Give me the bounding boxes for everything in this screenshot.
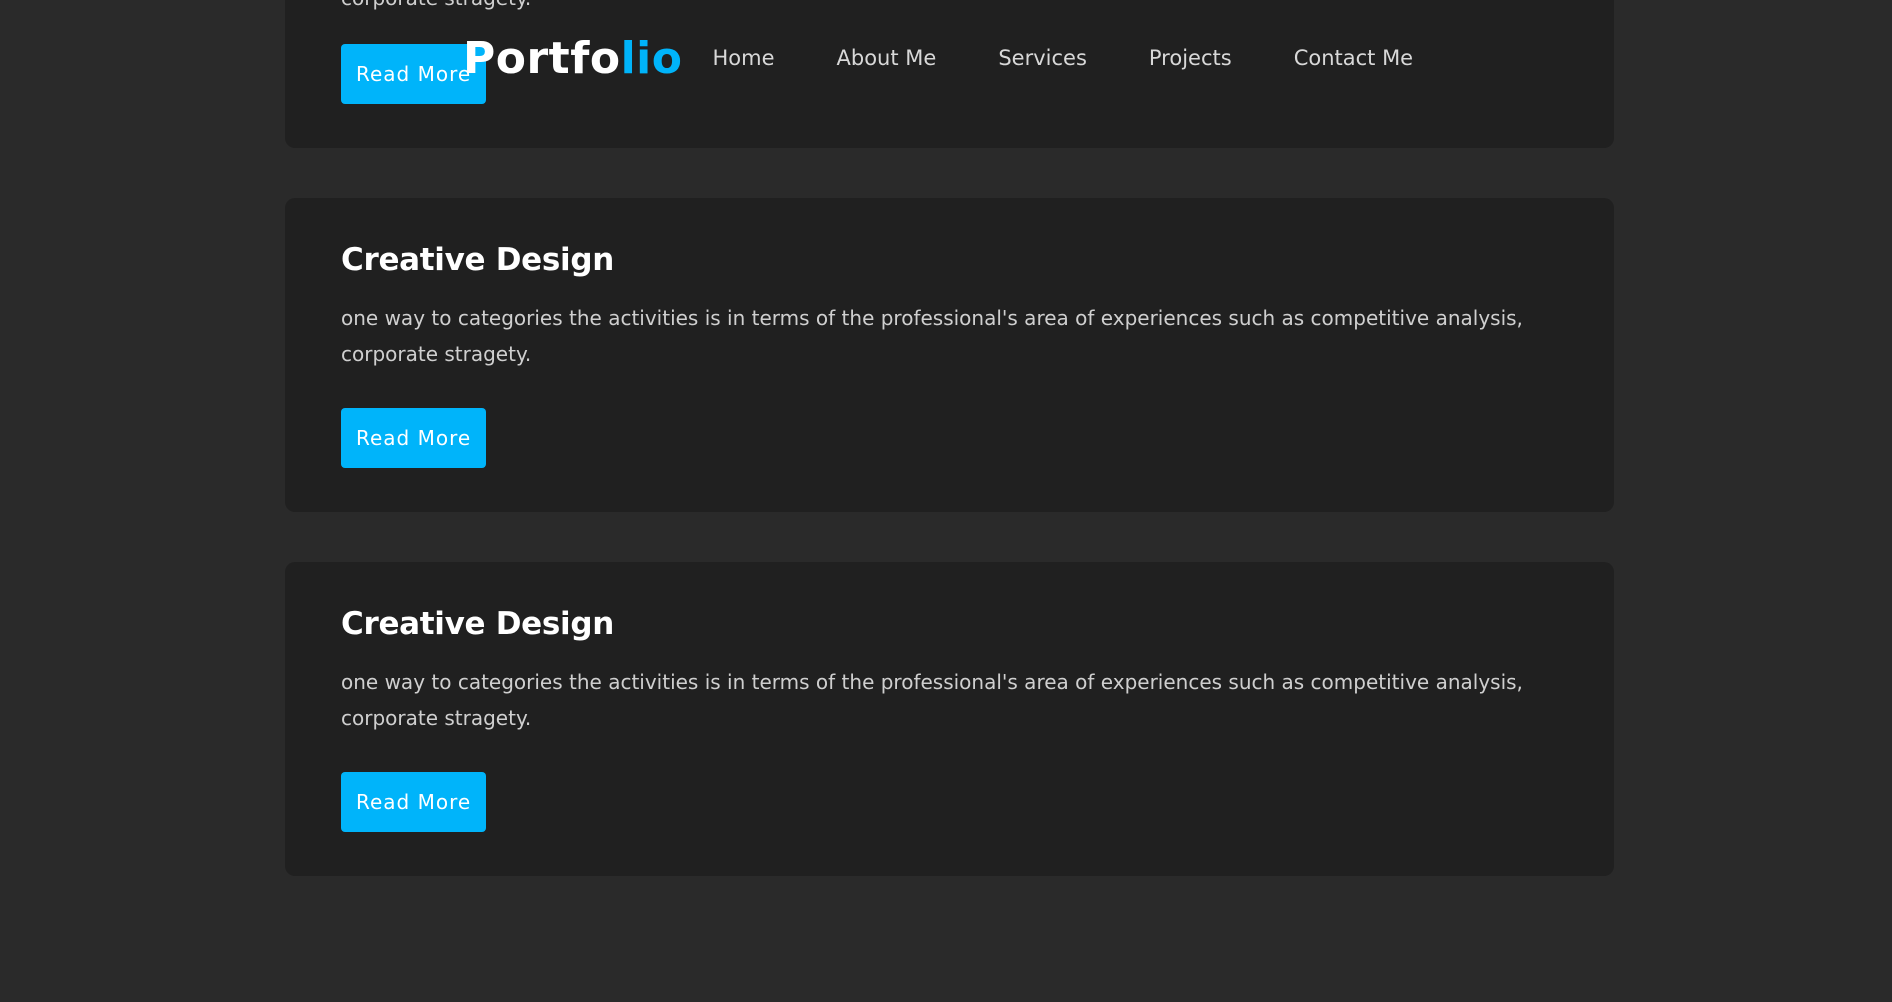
- service-card: Creative Design one way to categories th…: [285, 562, 1614, 876]
- nav-item-contact-me[interactable]: Contact Me: [1294, 46, 1413, 70]
- service-card-text: corporate stragety.: [341, 0, 1541, 16]
- service-card-text: one way to categories the activities is …: [341, 306, 1523, 366]
- service-card-title: Creative Design: [341, 242, 615, 278]
- nav-item-services[interactable]: Services: [998, 46, 1087, 70]
- read-more-button[interactable]: Read More: [341, 772, 487, 832]
- service-card: Creative Design one way to categories th…: [285, 198, 1614, 512]
- page: corporate stragety. Read More Creative D…: [0, 0, 1892, 1002]
- read-more-button[interactable]: Read More: [341, 408, 487, 468]
- service-card-text: one way to categories the activities is …: [341, 670, 1523, 730]
- navbar: Portfolio Home About Me Services Project…: [463, 28, 1475, 88]
- nav-item-about-me[interactable]: About Me: [837, 46, 937, 70]
- logo-accent: lio: [620, 32, 683, 84]
- logo[interactable]: Portfolio: [463, 33, 683, 84]
- service-cards: corporate stragety. Read More Creative D…: [285, 0, 1614, 926]
- nav-item-projects[interactable]: Projects: [1149, 46, 1232, 70]
- service-card-title: Creative Design: [341, 606, 615, 642]
- nav-item-home[interactable]: Home: [713, 46, 775, 70]
- logo-main: Portfo: [463, 32, 621, 84]
